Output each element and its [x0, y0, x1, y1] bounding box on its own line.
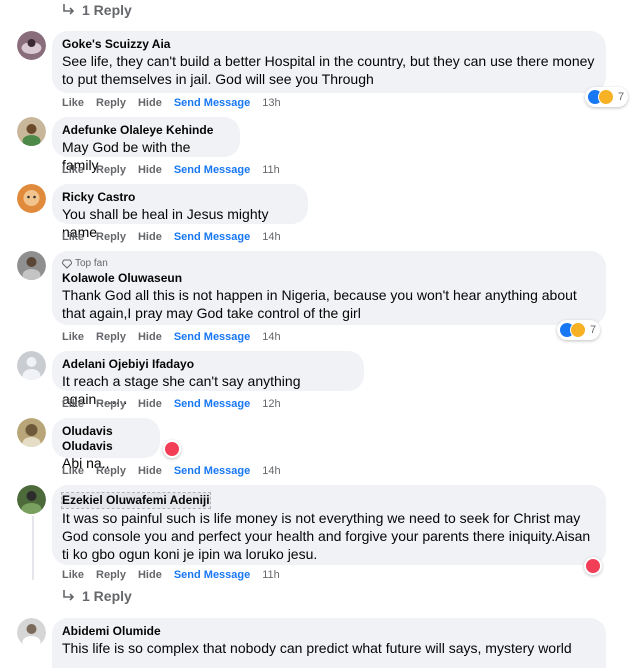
haha-icon [570, 322, 586, 338]
love-icon [585, 558, 601, 574]
comment-actions: Like Reply Hide Send Message 12h [62, 398, 293, 410]
comment-text: Thank God all this is not happen in Nige… [62, 287, 577, 303]
avatar[interactable] [17, 418, 46, 447]
like-button[interactable]: Like [62, 97, 84, 109]
comment-bubble: Ricky Castro You shall be heal in Jesus … [52, 184, 308, 240]
comment-timestamp[interactable]: 14h [262, 465, 280, 477]
reaction-count: 7 [618, 91, 625, 103]
comment-timestamp[interactable]: 11h [262, 569, 280, 581]
reaction-count: 7 [590, 324, 597, 336]
view-replies-link[interactable]: 1 Reply [62, 588, 132, 604]
comment-bubble: Abidemi Olumide This life is so complex … [52, 618, 606, 668]
send-message-button[interactable]: Send Message [174, 331, 250, 343]
like-button[interactable]: Like [62, 231, 84, 243]
reaction-summary[interactable]: 7 [557, 320, 601, 340]
comment-bubble: Oludavis Oludavis Abi na.. [52, 418, 160, 471]
comment-bubble: Ezekiel Oluwafemi Adeniji It was so pain… [52, 485, 606, 565]
comment-timestamp[interactable]: 14h [262, 331, 280, 343]
view-replies-label: 1 Reply [82, 2, 132, 18]
reply-button[interactable]: Reply [96, 231, 126, 243]
send-message-button[interactable]: Send Message [174, 164, 250, 176]
top-fan-badge: Top fan [62, 257, 596, 270]
reply-button[interactable]: Reply [96, 569, 126, 581]
hide-button[interactable]: Hide [138, 97, 162, 109]
thread-line [32, 516, 34, 580]
avatar[interactable] [17, 351, 46, 380]
comment-author[interactable]: Ricky Castro [62, 190, 298, 205]
comment-actions: Like Reply Hide Send Message 11h [62, 164, 292, 176]
hide-button[interactable]: Hide [138, 164, 162, 176]
comment-actions: Like Reply Hide Send Message 13h [62, 97, 293, 109]
top-fan-label: Top fan [75, 258, 108, 269]
comment-author[interactable]: Abidemi Olumide [62, 624, 596, 639]
reply-button[interactable]: Reply [96, 97, 126, 109]
like-button[interactable]: Like [62, 164, 84, 176]
comment-actions: Like Reply Hide Send Message 14h [62, 231, 293, 243]
reaction-summary[interactable]: 7 [585, 87, 629, 107]
love-icon [164, 441, 180, 457]
comment-bubble: Adelani Ojebiyi Ifadayo It reach a stage… [52, 351, 364, 407]
avatar[interactable] [17, 618, 46, 647]
comment-author[interactable]: Kolawole Oluwaseun [62, 271, 596, 286]
view-replies-label: 1 Reply [82, 588, 132, 604]
reply-arrow-icon [63, 590, 75, 601]
comment-bubble: Top fan Kolawole Oluwaseun Thank God all… [52, 251, 606, 325]
reaction-summary[interactable] [163, 440, 181, 458]
reply-button[interactable]: Reply [96, 398, 126, 410]
comment-text: ti ko gbo ogun koni je ipin wa loruko je… [62, 546, 318, 562]
comment-actions: Like Reply Hide Send Message 14h [62, 331, 293, 343]
like-button[interactable]: Like [62, 569, 84, 581]
hide-button[interactable]: Hide [138, 331, 162, 343]
reaction-summary[interactable] [584, 557, 602, 575]
comment-author[interactable]: Adelani Ojebiyi Ifadayo [62, 357, 354, 372]
like-button[interactable]: Like [62, 331, 84, 343]
comment-author[interactable]: Adefunke Olaleye Kehinde [62, 123, 230, 138]
comment-author[interactable]: Goke's Scuizzy Aia [62, 37, 596, 52]
comment-timestamp[interactable]: 12h [262, 398, 280, 410]
send-message-button[interactable]: Send Message [174, 398, 250, 410]
comment-text: This life is so complex that nobody can … [62, 640, 572, 656]
comment-timestamp[interactable]: 14h [262, 231, 280, 243]
avatar[interactable] [17, 251, 46, 280]
comment-text: that again,I pray may God take control o… [62, 305, 361, 321]
diamond-icon [62, 259, 72, 269]
comment-bubble: Goke's Scuizzy Aia See life, they can't … [52, 31, 606, 93]
hide-button[interactable]: Hide [138, 465, 162, 477]
send-message-button[interactable]: Send Message [174, 97, 250, 109]
comment-text: See life, they can't build a better Hosp… [62, 53, 595, 69]
comment-timestamp[interactable]: 13h [262, 97, 280, 109]
hide-button[interactable]: Hide [138, 398, 162, 410]
reply-button[interactable]: Reply [96, 164, 126, 176]
reply-arrow-icon [63, 4, 75, 15]
send-message-button[interactable]: Send Message [174, 231, 250, 243]
comment-text: It was so painful such is life money is … [62, 510, 581, 526]
like-button[interactable]: Like [62, 465, 84, 477]
view-replies-link[interactable]: 1 Reply [62, 2, 132, 18]
avatar[interactable] [17, 485, 46, 514]
hide-button[interactable]: Hide [138, 231, 162, 243]
like-button[interactable]: Like [62, 398, 84, 410]
haha-icon [598, 89, 614, 105]
avatar[interactable] [17, 117, 46, 146]
comment-author[interactable]: Oludavis Oludavis [62, 424, 150, 454]
send-message-button[interactable]: Send Message [174, 569, 250, 581]
comment-author[interactable]: Ezekiel Oluwafemi Adeniji [61, 492, 211, 509]
comment-actions: Like Reply Hide Send Message 14h [62, 465, 293, 477]
comment-bubble: Adefunke Olaleye Kehinde May God be with… [52, 117, 240, 173]
comment-actions: Like Reply Hide Send Message 11h [62, 569, 292, 581]
comment-timestamp[interactable]: 11h [262, 164, 280, 176]
reply-button[interactable]: Reply [96, 465, 126, 477]
send-message-button[interactable]: Send Message [174, 465, 250, 477]
avatar[interactable] [17, 31, 46, 60]
hide-button[interactable]: Hide [138, 569, 162, 581]
reply-button[interactable]: Reply [96, 331, 126, 343]
comment-text: to put themselves in jail. God will see … [62, 71, 374, 87]
comment-text: God console you and perfect your health … [62, 528, 591, 544]
avatar[interactable] [17, 184, 46, 213]
